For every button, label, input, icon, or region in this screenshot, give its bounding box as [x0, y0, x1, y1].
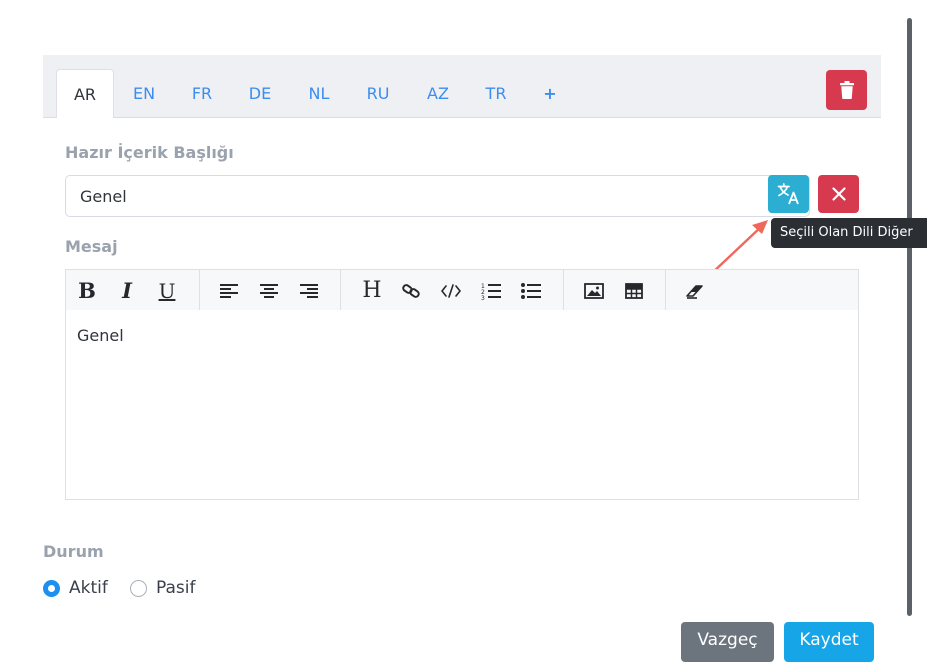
- translate-button[interactable]: [768, 175, 809, 213]
- close-icon: [831, 187, 846, 201]
- svg-text:3: 3: [481, 295, 485, 300]
- align-left-icon[interactable]: [216, 270, 242, 311]
- save-button[interactable]: Kaydet: [784, 622, 874, 662]
- radio-unchecked-icon[interactable]: [130, 579, 147, 597]
- status-option-label: Pasif: [156, 578, 196, 598]
- title-label: Hazır İçerik Başlığı: [65, 143, 234, 162]
- tab-en[interactable]: EN: [123, 69, 165, 118]
- radio-checked-icon[interactable]: [43, 579, 60, 597]
- code-icon[interactable]: [438, 270, 464, 311]
- tab-ru[interactable]: RU: [358, 69, 398, 118]
- tab-az[interactable]: AZ: [418, 69, 458, 118]
- bold-icon[interactable]: B: [74, 270, 100, 311]
- message-label: Mesaj: [65, 237, 118, 256]
- tab-ar[interactable]: AR: [56, 69, 114, 118]
- status-option-pasif[interactable]: Pasif: [130, 578, 195, 598]
- delete-language-button[interactable]: [826, 70, 867, 110]
- tab-de[interactable]: DE: [240, 69, 280, 118]
- tab-nl[interactable]: NL: [299, 69, 339, 118]
- status-option-aktif[interactable]: Aktif: [43, 578, 108, 598]
- translate-icon: [777, 183, 799, 205]
- tab-add-language[interactable]: +: [537, 69, 563, 118]
- cancel-button[interactable]: Vazgeç: [681, 622, 774, 662]
- status-option-label: Aktif: [69, 578, 108, 598]
- tab-fr[interactable]: FR: [182, 69, 222, 118]
- trash-icon: [839, 81, 854, 99]
- align-center-icon[interactable]: [256, 270, 282, 311]
- image-icon[interactable]: [581, 270, 607, 311]
- message-text: Genel: [77, 326, 124, 345]
- translate-tooltip: Seçili Olan Dili Diğer: [771, 218, 927, 248]
- underline-icon[interactable]: U: [154, 270, 180, 311]
- heading-icon[interactable]: H: [358, 270, 386, 311]
- editor-toolbar: B I U H 123: [65, 269, 859, 311]
- page-scrollbar[interactable]: [907, 18, 912, 616]
- link-icon[interactable]: [398, 270, 424, 311]
- table-icon[interactable]: [621, 270, 647, 311]
- language-tab-bar: AR EN FR DE NL RU AZ TR +: [43, 55, 881, 118]
- tab-tr[interactable]: TR: [476, 69, 516, 118]
- unordered-list-icon[interactable]: [518, 270, 544, 311]
- clear-title-button[interactable]: [818, 175, 859, 213]
- title-input[interactable]: [65, 175, 810, 217]
- italic-icon[interactable]: I: [114, 270, 140, 311]
- message-editor[interactable]: Genel: [65, 310, 859, 500]
- status-label: Durum: [43, 542, 104, 561]
- align-right-icon[interactable]: [296, 270, 322, 311]
- ordered-list-icon[interactable]: 123: [478, 270, 504, 311]
- eraser-icon[interactable]: [681, 270, 711, 311]
